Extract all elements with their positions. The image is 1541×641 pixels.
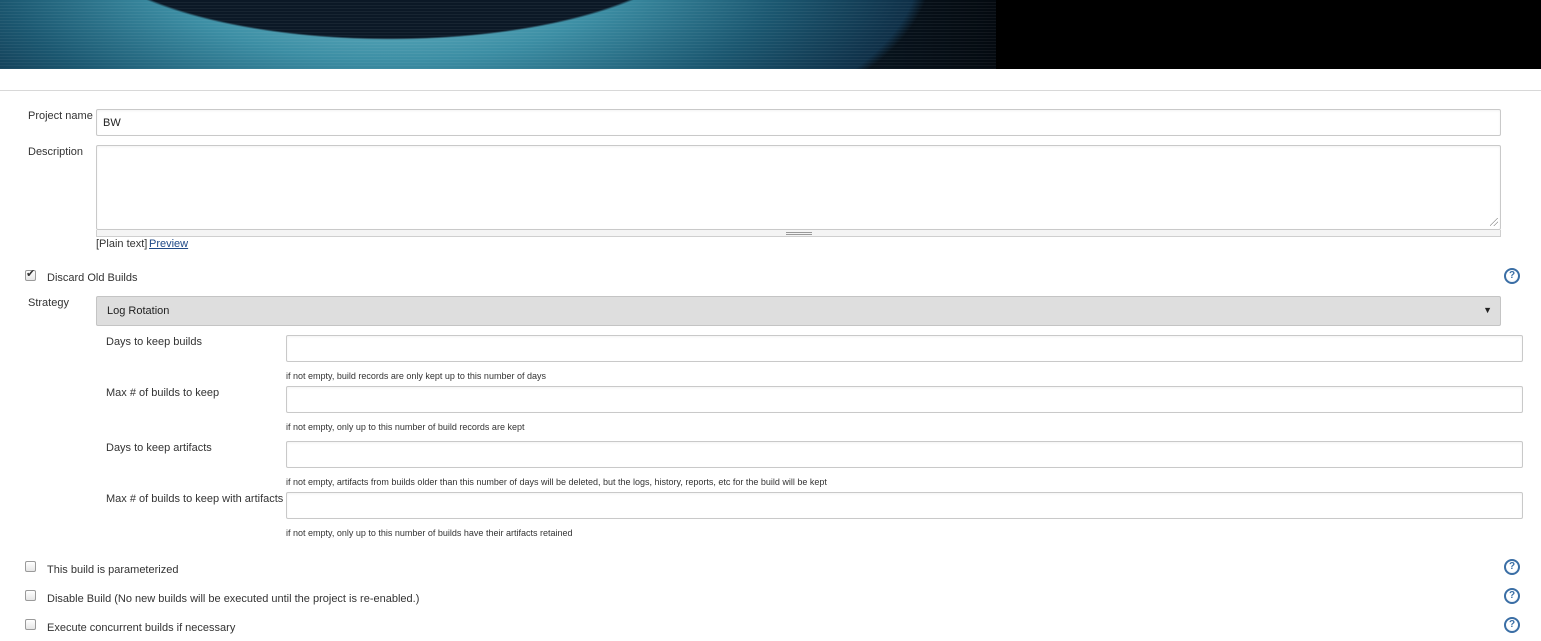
parameterized-checkbox[interactable] [25,561,36,572]
help-question-icon[interactable]: ? [1504,588,1520,604]
max-builds-to-keep-hint: if not empty, only up to this number of … [286,422,525,432]
project-name-label: Project name [28,110,93,122]
days-to-keep-builds-input[interactable] [286,335,1523,362]
help-question-icon[interactable]: ? [1504,559,1520,575]
days-to-keep-builds-hint: if not empty, build records are only kep… [286,371,546,381]
textarea-resize-handle[interactable] [96,230,1501,237]
max-builds-to-keep-input[interactable] [286,386,1523,413]
header-divider [0,90,1541,91]
concurrent-builds-checkbox[interactable] [25,619,36,630]
help-question-icon[interactable]: ? [1504,268,1520,284]
description-label: Description [28,146,84,158]
strategy-label: Strategy [28,297,69,309]
text-format-label: [Plain text] [96,238,148,250]
earth-banner-image [0,0,996,69]
parameterized-label: This build is parameterized [47,564,179,576]
max-builds-with-artifacts-input[interactable] [286,492,1523,519]
discard-old-builds-label: Discard Old Builds [47,272,138,284]
preview-link[interactable]: Preview [149,238,188,250]
max-builds-with-artifacts-label: Max # of builds to keep with artifacts [106,493,284,505]
concurrent-builds-label: Execute concurrent builds if necessary [47,622,236,634]
days-to-keep-builds-label: Days to keep builds [106,336,202,348]
max-builds-with-artifacts-hint: if not empty, only up to this number of … [286,528,573,538]
strategy-select[interactable]: Log Rotation ▼ [96,296,1501,326]
disable-build-checkbox[interactable] [25,590,36,601]
disable-build-label: Disable Build (No new builds will be exe… [47,593,420,605]
help-question-icon[interactable]: ? [1504,617,1520,633]
strategy-selected-value: Log Rotation [107,305,170,317]
resize-grip-icon [786,232,812,235]
checkmark-icon: ✔ [26,268,36,280]
days-to-keep-artifacts-label: Days to keep artifacts [106,442,212,454]
days-to-keep-artifacts-hint: if not empty, artifacts from builds olde… [286,477,827,487]
max-builds-to-keep-label: Max # of builds to keep [106,387,220,399]
chevron-down-icon: ▼ [1483,305,1492,315]
discard-old-builds-checkbox[interactable]: ✔ [25,268,36,281]
textarea-resize-corner-icon[interactable] [1490,218,1498,226]
header-banner [0,0,1541,69]
description-textarea[interactable] [96,145,1501,230]
project-name-input[interactable] [96,109,1501,136]
days-to-keep-artifacts-input[interactable] [286,441,1523,468]
